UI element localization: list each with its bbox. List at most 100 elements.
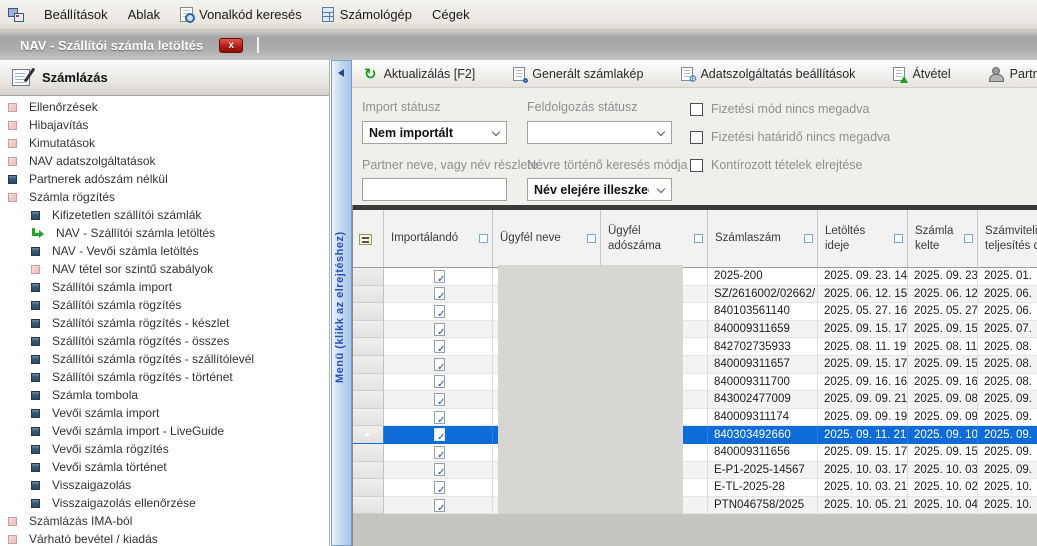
row-header[interactable] bbox=[353, 479, 384, 497]
column-filter-box[interactable] bbox=[587, 234, 596, 243]
column-header[interactable]: Importálandó bbox=[384, 210, 493, 268]
invoice-number-cell[interactable]: 840303492660 bbox=[708, 426, 818, 444]
column-header[interactable]: Számlaszám bbox=[708, 210, 818, 268]
download-time-cell[interactable]: 2025. 09. 23. 14:03 bbox=[818, 268, 908, 286]
import-status-select[interactable]: Nem importált bbox=[362, 121, 507, 144]
row-header[interactable] bbox=[353, 497, 384, 515]
column-header[interactable]: Számla kelte bbox=[908, 210, 978, 268]
invoice-number-cell[interactable]: 842702735933 bbox=[708, 338, 818, 356]
column-header[interactable]: Ügyfél adószáma bbox=[601, 210, 708, 268]
invoice-number-cell[interactable]: 840103561140 bbox=[708, 303, 818, 321]
invoice-date-cell[interactable]: 2025. 05. 27. bbox=[908, 303, 978, 321]
importable-cell[interactable] bbox=[384, 497, 493, 515]
download-time-cell[interactable]: 2025. 09. 15. 17:21 bbox=[818, 444, 908, 462]
accounting-date-cell[interactable]: 2025. 01. bbox=[978, 268, 1037, 286]
invoice-number-cell[interactable]: 840009311656 bbox=[708, 444, 818, 462]
accounting-date-cell[interactable]: 2025. 06. bbox=[978, 303, 1037, 321]
importable-check-icon[interactable] bbox=[434, 411, 445, 424]
importable-cell[interactable] bbox=[384, 391, 493, 409]
accounting-date-cell[interactable]: 2025. 10. bbox=[978, 479, 1037, 497]
table-row[interactable]: 8400093116562025. 09. 15. 17:212025. 09.… bbox=[353, 444, 1037, 462]
table-row[interactable]: E-TL-2025-282025. 10. 03. 21:02 2025. 10.… bbox=[353, 479, 1037, 497]
sidebar-item[interactable]: Számla rögzítés bbox=[0, 188, 329, 206]
download-time-cell[interactable]: 2025. 10. 03. 17:13 bbox=[818, 462, 908, 480]
menu-item-0[interactable]: Beállítások bbox=[34, 7, 118, 22]
row-header[interactable] bbox=[353, 462, 384, 480]
table-row[interactable]: 8400093116572025. 09. 15. 17:212025. 09.… bbox=[353, 356, 1037, 374]
accounting-date-cell[interactable]: 2025. 07. bbox=[978, 321, 1037, 339]
column-header[interactable]: Ügyfél neve bbox=[493, 210, 601, 268]
column-header[interactable]: Letöltés ideje bbox=[818, 210, 908, 268]
table-row[interactable]: 8400093117002025. 09. 16. 16:512025. 09.… bbox=[353, 374, 1037, 392]
row-header[interactable] bbox=[353, 286, 384, 304]
importable-cell[interactable] bbox=[384, 268, 493, 286]
sidebar-item[interactable]: Vevői számla import bbox=[0, 404, 329, 422]
toolbar-button-2[interactable]: ⚙Adatszolgáltatás beállítások bbox=[677, 65, 859, 83]
column-header[interactable]: Számviteli teljesítés dátuma bbox=[978, 210, 1037, 268]
invoice-number-cell[interactable]: 2025-200 bbox=[708, 268, 818, 286]
importable-check-icon[interactable] bbox=[434, 340, 445, 353]
download-time-cell[interactable]: 2025. 06. 12. 15:35 bbox=[818, 286, 908, 304]
sidebar-item[interactable]: Partnerek adószám nélkül bbox=[0, 170, 329, 188]
importable-cell[interactable] bbox=[384, 426, 493, 444]
table-row-selected[interactable]: ▸ 8403034926602025. 09. 11. 21:022025. 09… bbox=[353, 426, 1037, 444]
invoice-date-cell[interactable]: 2025. 09. 16. bbox=[908, 374, 978, 392]
invoice-date-cell[interactable]: 2025. 09. 08. bbox=[908, 391, 978, 409]
tab-close-icon[interactable]: x bbox=[219, 38, 243, 53]
sidebar-item[interactable]: Várható bevétel / kiadás bbox=[0, 530, 329, 546]
column-filter-box[interactable] bbox=[479, 234, 488, 243]
importable-cell[interactable] bbox=[384, 356, 493, 374]
invoice-date-cell[interactable]: 2025. 09. 15. bbox=[908, 321, 978, 339]
invoice-date-cell[interactable]: 2025. 09. 23. bbox=[908, 268, 978, 286]
download-time-cell[interactable]: 2025. 08. 11. 19:49 bbox=[818, 338, 908, 356]
invoice-date-cell[interactable]: 2025. 06. 12. bbox=[908, 286, 978, 304]
processing-status-select[interactable] bbox=[527, 121, 672, 144]
download-time-cell[interactable]: 2025. 09. 15. 17:21 bbox=[818, 321, 908, 339]
table-row[interactable]: 8400093116592025. 09. 15. 17:212025. 09.… bbox=[353, 321, 1037, 339]
importable-check-icon[interactable] bbox=[434, 499, 445, 512]
row-header[interactable] bbox=[353, 409, 384, 427]
sidebar-item[interactable]: Szállítói számla rögzítés - összes bbox=[0, 332, 329, 350]
table-row[interactable]: E-P1-2025-145672025. 10. 03. 17:132025. … bbox=[353, 462, 1037, 480]
table-row[interactable]: 8401035611402025. 05. 27. 16:592025. 05.… bbox=[353, 303, 1037, 321]
sidebar-item[interactable]: Hibajavítás bbox=[0, 116, 329, 134]
sidebar-item[interactable]: Szállítói számla import bbox=[0, 278, 329, 296]
invoice-number-cell[interactable]: E-TL-2025-28 bbox=[708, 479, 818, 497]
sidebar-item[interactable]: NAV adatszolgáltatások bbox=[0, 152, 329, 170]
download-time-cell[interactable]: 2025. 09. 09. 21:02 bbox=[818, 391, 908, 409]
row-header[interactable] bbox=[353, 303, 384, 321]
toolbar-button-4[interactable]: Partnerhez rendelt bbox=[985, 65, 1037, 83]
column-header[interactable] bbox=[353, 210, 384, 268]
importable-check-icon[interactable] bbox=[434, 446, 445, 459]
table-row[interactable]: SZ/2616002/02662/2025. 06. 12. 15:352025… bbox=[353, 286, 1037, 304]
row-header[interactable]: ▸ bbox=[353, 426, 384, 444]
sidebar-item[interactable]: Szállítói számla rögzítés - készlet bbox=[0, 314, 329, 332]
invoice-number-cell[interactable]: 843002477009 bbox=[708, 391, 818, 409]
table-row[interactable]: 8430024770092025. 09. 09. 21:022025. 09.… bbox=[353, 391, 1037, 409]
importable-cell[interactable] bbox=[384, 286, 493, 304]
active-tab[interactable]: NAV - Szállítói számla letöltés bbox=[20, 38, 203, 53]
toolbar-button-3[interactable]: Átvétel bbox=[889, 65, 954, 83]
importable-check-icon[interactable] bbox=[434, 393, 445, 406]
download-time-cell[interactable]: 2025. 09. 11. 21:02 bbox=[818, 426, 908, 444]
importable-check-icon[interactable] bbox=[434, 270, 445, 283]
importable-check-icon[interactable] bbox=[434, 375, 445, 388]
invoice-date-cell[interactable]: 2025. 10. 03. bbox=[908, 462, 978, 480]
invoice-number-cell[interactable]: 840009311659 bbox=[708, 321, 818, 339]
sidebar-item[interactable]: Számla tombola bbox=[0, 386, 329, 404]
accounting-date-cell[interactable]: 2025. 08. bbox=[978, 338, 1037, 356]
column-filter-box[interactable] bbox=[694, 234, 703, 243]
menu-collapse-strip[interactable]: Menü (klikk az elrejtéshez) bbox=[331, 60, 352, 546]
download-time-cell[interactable]: 2025. 10. 03. 21:02 bbox=[818, 479, 908, 497]
importable-cell[interactable] bbox=[384, 374, 493, 392]
accounting-date-cell[interactable]: 2025. 10. bbox=[978, 497, 1037, 515]
filter-checkbox-row[interactable]: Fizetési határidő nincs megadva bbox=[690, 130, 890, 144]
download-time-cell[interactable]: 2025. 09. 16. 16:51 bbox=[818, 374, 908, 392]
invoice-date-cell[interactable]: 2025. 09. 10. bbox=[908, 426, 978, 444]
accounting-date-cell[interactable]: 2025. 09. bbox=[978, 462, 1037, 480]
sidebar-item[interactable]: Visszaigazolás bbox=[0, 476, 329, 494]
checkbox-icon[interactable] bbox=[690, 131, 703, 144]
partner-name-input[interactable] bbox=[362, 178, 507, 201]
checkbox-icon[interactable] bbox=[690, 159, 703, 172]
invoice-number-cell[interactable]: SZ/2616002/02662/ bbox=[708, 286, 818, 304]
